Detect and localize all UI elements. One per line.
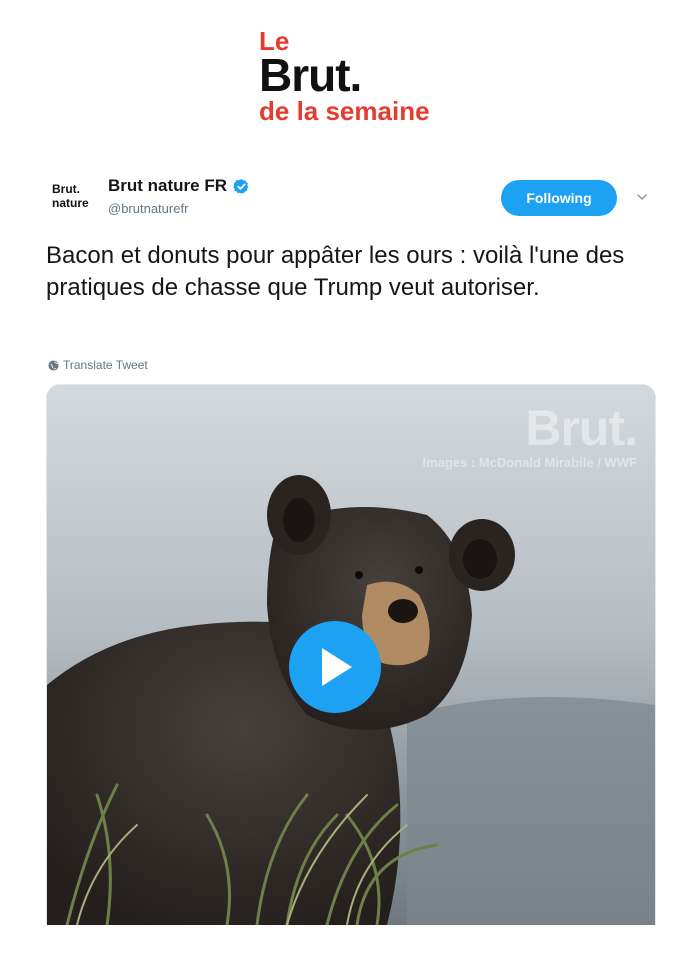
play-icon bbox=[322, 648, 352, 686]
brut-de-la-semaine-logo: Le Brut. de la semaine bbox=[259, 28, 489, 124]
author-name-text: Brut nature FR bbox=[108, 176, 227, 195]
translate-tweet-link[interactable]: Translate Tweet bbox=[48, 358, 148, 372]
tweet-text: Bacon et donuts pour appâter les ours : … bbox=[46, 242, 625, 301]
following-button[interactable]: Following bbox=[501, 180, 617, 216]
author-display-name[interactable]: Brut nature FR bbox=[108, 176, 250, 196]
chevron-down-icon[interactable] bbox=[635, 190, 649, 204]
avatar-line1: Brut. bbox=[52, 182, 80, 196]
logo-semaine-text: de la semaine bbox=[259, 96, 430, 126]
video-watermark: Brut. Images : McDonald Mirabile / WWF bbox=[377, 400, 638, 473]
tweet-video-player[interactable]: Brut. Images : McDonald Mirabile / WWF bbox=[46, 384, 656, 925]
logo-brut-text: Brut. bbox=[259, 49, 362, 101]
translate-tweet-label: Translate Tweet bbox=[63, 358, 148, 372]
globe-icon bbox=[48, 359, 59, 371]
author-handle[interactable]: @brutnaturefr bbox=[108, 201, 188, 216]
tweet-author-header: Brut. nature Brut nature FR @brutnaturef… bbox=[52, 176, 662, 222]
play-button[interactable] bbox=[289, 621, 381, 713]
watermark-brut: Brut. bbox=[525, 400, 638, 456]
watermark-credit: Images : McDonald Mirabile / WWF bbox=[422, 455, 637, 470]
avatar-line2: nature bbox=[52, 196, 89, 210]
avatar[interactable]: Brut. nature bbox=[52, 182, 100, 216]
verified-badge-icon bbox=[233, 178, 249, 194]
